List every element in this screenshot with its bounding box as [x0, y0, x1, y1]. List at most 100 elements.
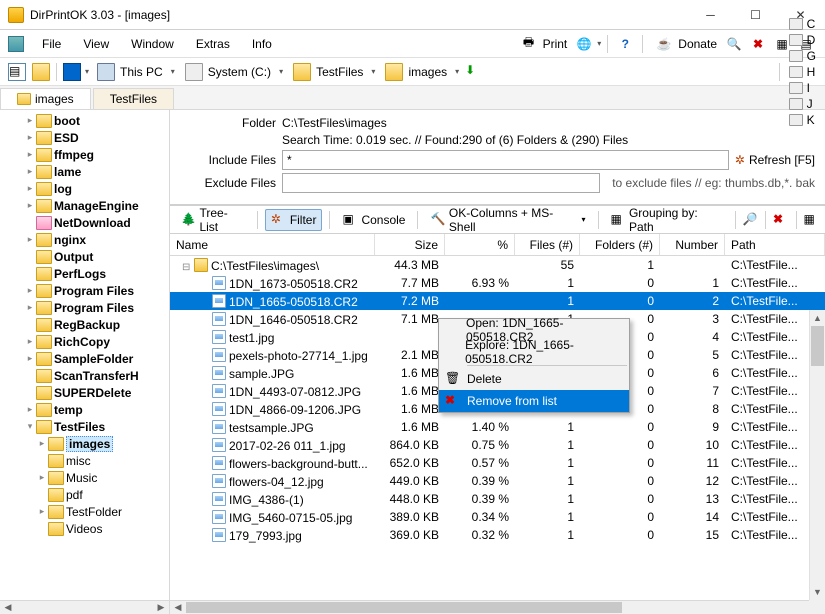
- tree-item[interactable]: ▾TestFiles: [0, 418, 169, 435]
- table-row[interactable]: 1DN_1665-050518.CR27.2 MB102C:\TestFile.…: [170, 292, 825, 310]
- tab-testfiles[interactable]: TestFiles: [93, 88, 174, 109]
- expander-icon[interactable]: ▸: [24, 285, 36, 296]
- expander-icon[interactable]: ▸: [36, 506, 48, 517]
- menu-file[interactable]: File: [32, 34, 71, 54]
- expander-icon[interactable]: ▸: [24, 234, 36, 245]
- tree-item[interactable]: ▸Music: [0, 469, 169, 486]
- delete-red-icon[interactable]: ✖: [749, 35, 767, 53]
- col-folders[interactable]: Folders (#): [580, 234, 660, 255]
- expander-icon[interactable]: ▸: [24, 115, 36, 126]
- table-row[interactable]: 2017-02-26 011_1.jpg864.0 KB0.75 %1010C:…: [170, 436, 825, 454]
- folder-open-icon[interactable]: [32, 63, 50, 81]
- drive-C[interactable]: C: [784, 16, 819, 32]
- tree-item[interactable]: ▸ESD: [0, 129, 169, 146]
- file-grid[interactable]: ⊟C:\TestFiles\images\44.3 MB551C:\TestFi…: [170, 256, 825, 600]
- menu-window[interactable]: Window: [121, 34, 184, 54]
- expander-icon[interactable]: ▸: [24, 336, 36, 347]
- grid-v-scrollbar[interactable]: ▲▼: [809, 310, 825, 600]
- folder-tree[interactable]: ▸boot▸ESD▸ffmpeg▸lame▸log▸ManageEngineNe…: [0, 110, 169, 600]
- tree-item[interactable]: ▸boot: [0, 112, 169, 129]
- print-button[interactable]: 🖶Print: [514, 33, 572, 55]
- tree-item[interactable]: ▸lame: [0, 163, 169, 180]
- col-pct[interactable]: %: [445, 234, 515, 255]
- table-row[interactable]: testsample.JPG1.6 MB1.40 %109C:\TestFile…: [170, 418, 825, 436]
- go-arrow-icon[interactable]: ⬇: [465, 63, 483, 81]
- minimize-button[interactable]: ─: [688, 1, 733, 29]
- table-row[interactable]: IMG_4386-(1)448.0 KB0.39 %1013C:\TestFil…: [170, 490, 825, 508]
- expander-icon[interactable]: ▾: [24, 421, 36, 432]
- okcolumns-button[interactable]: 🔨OK-Columns + MS-Shell▾: [425, 204, 590, 236]
- drive-D[interactable]: D: [784, 32, 819, 48]
- menu-info[interactable]: Info: [242, 34, 282, 54]
- expander-icon[interactable]: ▸: [36, 472, 48, 483]
- tree-item[interactable]: Output: [0, 248, 169, 265]
- refresh-button[interactable]: ✲Refresh [F5]: [735, 153, 815, 167]
- columns-icon[interactable]: ▦: [804, 212, 820, 228]
- tree-item[interactable]: ▸ManageEngine: [0, 197, 169, 214]
- donate-button[interactable]: ☕Donate: [649, 33, 721, 55]
- include-input[interactable]: [282, 150, 729, 170]
- col-size[interactable]: Size: [375, 234, 445, 255]
- console-button[interactable]: ▣Console: [337, 210, 410, 230]
- crumb-drive[interactable]: System (C:): [179, 62, 275, 82]
- expander-icon[interactable]: ▸: [24, 132, 36, 143]
- exclude-input[interactable]: [282, 173, 600, 193]
- crumb-dir2[interactable]: images: [379, 62, 451, 82]
- tree-item[interactable]: ▸Program Files: [0, 299, 169, 316]
- tree-h-scrollbar[interactable]: ◀▶: [0, 600, 169, 614]
- col-name[interactable]: Name: [170, 234, 375, 255]
- tree-item[interactable]: ▸nginx: [0, 231, 169, 248]
- list-icon[interactable]: ▤: [8, 63, 26, 81]
- expander-icon[interactable]: ▸: [24, 183, 36, 194]
- expander-icon[interactable]: ▸: [24, 200, 36, 211]
- drive-G[interactable]: G: [784, 48, 819, 64]
- crumb-dir1[interactable]: TestFiles: [287, 62, 367, 82]
- tree-item[interactable]: misc: [0, 452, 169, 469]
- expander-icon[interactable]: ▸: [24, 166, 36, 177]
- grid-header[interactable]: Name Size % Files (#) Folders (#) Number…: [170, 234, 825, 256]
- expander-icon[interactable]: ▸: [24, 302, 36, 313]
- table-row[interactable]: flowers-background-butt...652.0 KB0.57 %…: [170, 454, 825, 472]
- tree-item[interactable]: ▸TestFolder: [0, 503, 169, 520]
- table-row[interactable]: 179_7993.jpg369.0 KB0.32 %1015C:\TestFil…: [170, 526, 825, 544]
- tree-item[interactable]: pdf: [0, 486, 169, 503]
- drive-H[interactable]: H: [784, 64, 819, 80]
- tree-item[interactable]: ▸SampleFolder: [0, 350, 169, 367]
- screen-icon[interactable]: [63, 63, 81, 81]
- tree-item[interactable]: NetDownload: [0, 214, 169, 231]
- col-files[interactable]: Files (#): [515, 234, 580, 255]
- tree-item[interactable]: ▸ffmpeg: [0, 146, 169, 163]
- tree-item[interactable]: Videos: [0, 520, 169, 537]
- search-icon[interactable]: 🔍: [725, 35, 743, 53]
- remove-x-icon[interactable]: ✖: [773, 212, 789, 228]
- tree-item[interactable]: ▸RichCopy: [0, 333, 169, 350]
- search-icon[interactable]: 🔎: [743, 212, 759, 228]
- help-icon[interactable]: ?: [616, 35, 634, 53]
- menu-file-icon[interactable]: [8, 36, 24, 52]
- table-row[interactable]: 1DN_1673-050518.CR27.7 MB6.93 %101C:\Tes…: [170, 274, 825, 292]
- crumb-thispc[interactable]: This PC: [91, 62, 167, 82]
- tree-item[interactable]: ▸Program Files: [0, 282, 169, 299]
- drive-I[interactable]: I: [784, 80, 819, 96]
- tree-item[interactable]: PerfLogs: [0, 265, 169, 282]
- treelist-button[interactable]: 🌲Tree-List: [176, 204, 250, 236]
- menu-view[interactable]: View: [73, 34, 119, 54]
- tree-item[interactable]: ScanTransferH: [0, 367, 169, 384]
- table-row[interactable]: IMG_5460-0715-05.jpg389.0 KB0.34 %1014C:…: [170, 508, 825, 526]
- grid-h-scrollbar[interactable]: ◀▶: [170, 600, 825, 614]
- table-row[interactable]: ⊟C:\TestFiles\images\44.3 MB551C:\TestFi…: [170, 256, 825, 274]
- tree-item[interactable]: RegBackup: [0, 316, 169, 333]
- globe-icon[interactable]: 🌐: [575, 35, 593, 53]
- expander-icon[interactable]: ▸: [24, 353, 36, 364]
- tree-item[interactable]: ▸temp: [0, 401, 169, 418]
- col-number[interactable]: Number: [660, 234, 725, 255]
- tree-item[interactable]: ▸images: [0, 435, 169, 452]
- tree-item[interactable]: ▸log: [0, 180, 169, 197]
- expander-icon[interactable]: ▸: [24, 404, 36, 415]
- grouping-button[interactable]: ▦Grouping by: Path: [605, 204, 727, 236]
- tab-images[interactable]: images: [0, 88, 91, 109]
- maximize-button[interactable]: ☐: [733, 1, 778, 29]
- tree-item[interactable]: SUPERDelete: [0, 384, 169, 401]
- menu-extras[interactable]: Extras: [186, 34, 240, 54]
- col-path[interactable]: Path: [725, 234, 825, 255]
